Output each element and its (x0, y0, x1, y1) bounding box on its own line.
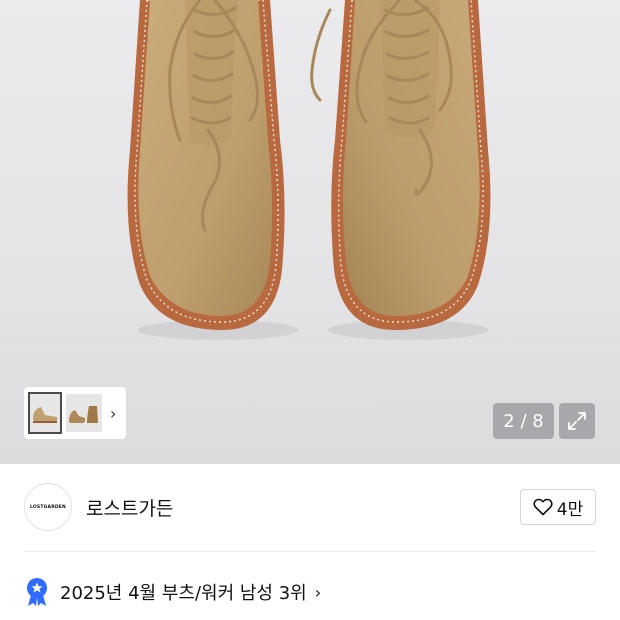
thumbnail-image (69, 406, 98, 423)
award-badge-icon (27, 578, 47, 606)
image-counter-text: 2 / 8 (503, 410, 544, 432)
brand-logo-text: LOSTGARDEN (29, 504, 67, 510)
like-button[interactable]: 4만 (520, 489, 596, 525)
chevron-right-icon[interactable]: › (110, 404, 116, 423)
product-image-gallery[interactable]: › 2 / 8 (0, 0, 620, 464)
thumbnail-boots-pair[interactable] (28, 392, 62, 434)
brand-logo[interactable]: LOSTGARDEN (24, 483, 72, 531)
thumbnail-image (33, 407, 58, 423)
thumbnail-strip[interactable]: › (24, 387, 126, 439)
expand-icon (568, 412, 586, 430)
image-counter: 2 / 8 (493, 403, 554, 439)
chevron-right-icon: › (314, 582, 322, 602)
thumbnail-boots-side[interactable] (66, 394, 102, 432)
ranking-link[interactable]: 2025년 4월 부츠/워커 남성 3위 › (24, 575, 321, 609)
divider (24, 551, 596, 552)
brand-row[interactable]: LOSTGARDEN 로스트가든 4만 (24, 482, 596, 532)
expand-button[interactable] (559, 403, 595, 439)
ranking-text: 2025년 4월 부츠/워커 남성 3위 (60, 583, 307, 604)
brand-name[interactable]: 로스트가든 (86, 494, 173, 521)
heart-icon (533, 498, 553, 516)
like-count: 4만 (556, 499, 584, 520)
